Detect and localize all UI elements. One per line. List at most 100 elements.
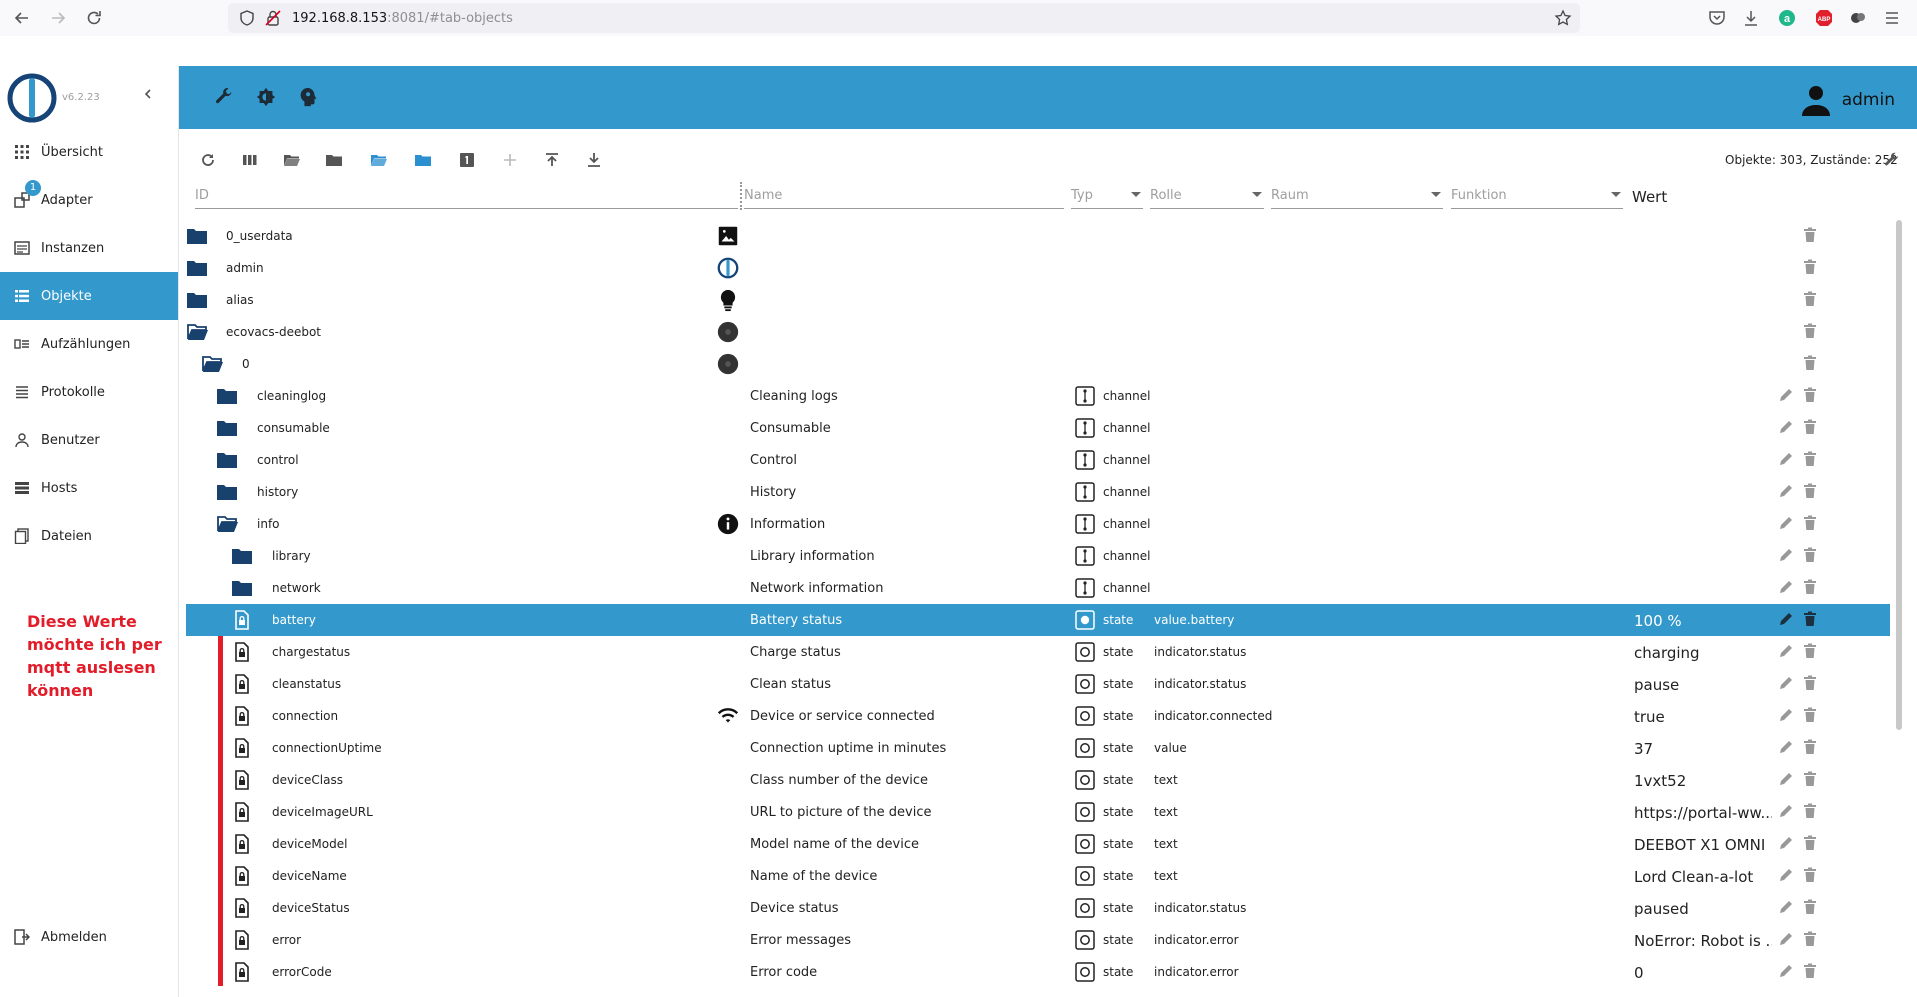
edit-pencil-icon[interactable]	[1778, 675, 1794, 691]
sidebar-item-aufzaehlungen[interactable]: Aufzählungen	[0, 320, 178, 368]
expert-mode-head-icon[interactable]	[298, 86, 322, 110]
object-row-ecovacs-deebot[interactable]: ecovacs-deebot	[186, 316, 1890, 348]
object-value[interactable]: 0	[1634, 964, 1772, 982]
folder-icon[interactable]	[231, 578, 253, 598]
delete-trash-icon[interactable]	[1803, 675, 1817, 691]
state-file-icon[interactable]	[231, 834, 253, 854]
object-value[interactable]: pause	[1634, 676, 1772, 694]
folder-icon[interactable]	[231, 546, 253, 566]
room-filter-select[interactable]: Raum	[1271, 182, 1443, 209]
column-resize-handle[interactable]	[740, 182, 742, 210]
object-value[interactable]: DEEBOT X1 OMNI	[1634, 836, 1772, 854]
delete-trash-icon[interactable]	[1803, 227, 1817, 243]
expand-folder-icon[interactable]	[283, 151, 301, 169]
collapse-chevron-icon[interactable]	[142, 88, 154, 100]
object-row-0_userdata[interactable]: 0_userdata	[186, 220, 1890, 252]
folder-icon[interactable]	[186, 258, 208, 278]
edit-pencil-icon[interactable]	[1778, 803, 1794, 819]
pocket-icon[interactable]	[1707, 8, 1727, 28]
edit-pencil-icon[interactable]	[1778, 451, 1794, 467]
delete-trash-icon[interactable]	[1803, 291, 1817, 307]
object-row-error[interactable]: error Error messages state indicator.error N…	[186, 924, 1890, 956]
add-object-icon[interactable]	[501, 151, 519, 169]
back-arrow-icon[interactable]	[12, 8, 32, 28]
delete-trash-icon[interactable]	[1803, 483, 1817, 499]
folder-icon[interactable]	[186, 290, 208, 310]
object-value[interactable]: NoError: Robot is ...	[1634, 932, 1772, 950]
delete-trash-icon[interactable]	[1803, 419, 1817, 435]
delete-trash-icon[interactable]	[1803, 835, 1817, 851]
folder-open-icon[interactable]	[186, 322, 208, 342]
wrench-icon[interactable]	[213, 86, 237, 110]
edit-pencil-icon[interactable]	[1778, 899, 1794, 915]
edit-pencil-icon[interactable]	[1778, 419, 1794, 435]
user-menu[interactable]: admin	[1798, 82, 1895, 118]
folder-open-icon[interactable]	[216, 514, 238, 534]
forward-arrow-icon[interactable]	[48, 8, 68, 28]
sidebar-item-dateien[interactable]: Dateien	[0, 512, 178, 560]
delete-trash-icon[interactable]	[1803, 515, 1817, 531]
object-row-deviceName[interactable]: deviceName Name of the device state text Lor…	[186, 860, 1890, 892]
delete-trash-icon[interactable]	[1803, 579, 1817, 595]
object-row-alias[interactable]: alias	[186, 284, 1890, 316]
state-file-icon[interactable]	[231, 962, 253, 982]
delete-trash-icon[interactable]	[1803, 611, 1817, 627]
edit-pencil-icon[interactable]	[1778, 931, 1794, 947]
brightness-icon[interactable]	[255, 86, 279, 110]
sidebar-item-hosts[interactable]: Hosts	[0, 464, 178, 512]
delete-trash-icon[interactable]	[1803, 387, 1817, 403]
delete-trash-icon[interactable]	[1803, 451, 1817, 467]
delete-trash-icon[interactable]	[1803, 899, 1817, 915]
object-row-battery[interactable]: battery Battery status state value.battery 1…	[186, 604, 1890, 636]
edit-pencil-icon[interactable]	[1778, 835, 1794, 851]
state-file-icon[interactable]	[231, 610, 253, 630]
edit-pencil-icon[interactable]	[1778, 547, 1794, 563]
object-row-cleanstatus[interactable]: cleanstatus Clean status state indicator.st…	[186, 668, 1890, 700]
object-value[interactable]: paused	[1634, 900, 1772, 918]
columns-icon[interactable]	[241, 151, 259, 169]
edit-pencil-icon[interactable]	[1778, 579, 1794, 595]
object-value[interactable]: 37	[1634, 740, 1772, 758]
delete-trash-icon[interactable]	[1803, 323, 1817, 339]
delete-trash-icon[interactable]	[1803, 707, 1817, 723]
collapse-all-folder-icon[interactable]	[414, 151, 432, 169]
object-row-history[interactable]: history History channel	[186, 476, 1890, 508]
object-row-errorCode[interactable]: errorCode Error code state indicator.error 0	[186, 956, 1890, 988]
state-file-icon[interactable]	[231, 898, 253, 918]
name-filter-input[interactable]: Name	[744, 182, 1064, 209]
object-value[interactable]: 1vxt52	[1634, 772, 1772, 790]
shield-icon[interactable]	[238, 9, 256, 27]
edit-pencil-icon[interactable]	[1778, 963, 1794, 979]
url-bar[interactable]: 192.168.8.153:8081/#tab-objects	[228, 3, 1580, 33]
extensions-icon[interactable]	[1848, 8, 1868, 28]
folder-open-icon[interactable]	[201, 354, 223, 374]
sidebar-item-instanzen[interactable]: Instanzen	[0, 224, 178, 272]
delete-trash-icon[interactable]	[1803, 259, 1817, 275]
edit-pencil-icon[interactable]	[1778, 515, 1794, 531]
object-row-connectionUptime[interactable]: connectionUptime Connection uptime in min…	[186, 732, 1890, 764]
settings-wrench-icon[interactable]	[1883, 151, 1901, 169]
sidebar-item-objekte[interactable]: Objekte	[0, 272, 178, 320]
edit-pencil-icon[interactable]	[1778, 387, 1794, 403]
object-row-deviceClass[interactable]: deviceClass Class number of the device sta…	[186, 764, 1890, 796]
folder-icon[interactable]	[186, 226, 208, 246]
delete-trash-icon[interactable]	[1803, 867, 1817, 883]
object-value[interactable]: charging	[1634, 644, 1772, 662]
sidebar-item-protokolle[interactable]: Protokolle	[0, 368, 178, 416]
delete-trash-icon[interactable]	[1803, 963, 1817, 979]
insecure-lock-icon[interactable]	[264, 9, 282, 27]
edit-pencil-icon[interactable]	[1778, 483, 1794, 499]
delete-trash-icon[interactable]	[1803, 931, 1817, 947]
object-row-connection[interactable]: connection Device or service connected sta…	[186, 700, 1890, 732]
edit-pencil-icon[interactable]	[1778, 643, 1794, 659]
bookmark-star-icon[interactable]	[1554, 9, 1572, 27]
delete-trash-icon[interactable]	[1803, 803, 1817, 819]
object-row-admin[interactable]: admin	[186, 252, 1890, 284]
state-file-icon[interactable]	[231, 706, 253, 726]
downloads-icon[interactable]	[1741, 8, 1761, 28]
role-filter-select[interactable]: Rolle	[1150, 182, 1264, 209]
folder-icon[interactable]	[216, 450, 238, 470]
delete-trash-icon[interactable]	[1803, 771, 1817, 787]
object-row-0[interactable]: 0	[186, 348, 1890, 380]
folder-icon[interactable]	[216, 386, 238, 406]
